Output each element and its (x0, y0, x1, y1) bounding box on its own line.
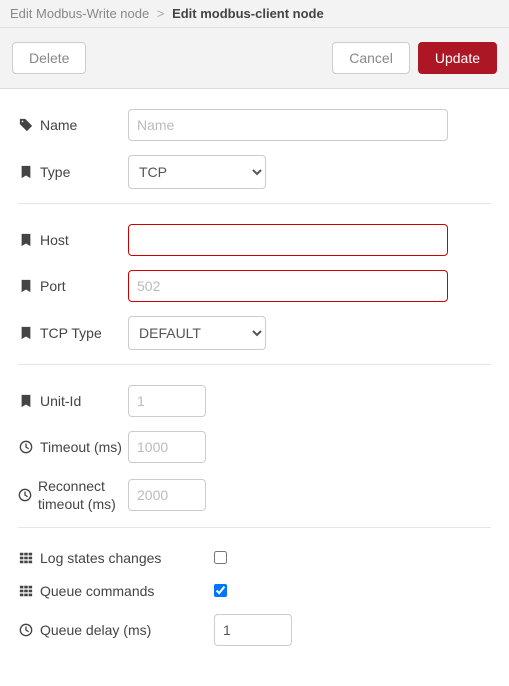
row-host: Host (18, 224, 491, 256)
row-timeout: Timeout (ms) (18, 431, 491, 463)
tag-icon (18, 118, 34, 132)
label-logstates-text: Log states changes (40, 550, 161, 566)
separator-2 (18, 364, 491, 365)
row-queuedelay: Queue delay (ms) (18, 614, 491, 646)
bookmark-icon (18, 394, 34, 408)
name-input[interactable] (128, 109, 448, 141)
label-timeout-text: Timeout (ms) (40, 439, 122, 455)
th-icon (18, 551, 34, 565)
clock-icon (18, 440, 34, 454)
label-queuedelay: Queue delay (ms) (18, 622, 198, 638)
label-logstates: Log states changes (18, 550, 198, 566)
label-unitid: Unit-Id (18, 393, 128, 409)
bookmark-icon (18, 165, 34, 179)
row-reconnect: Reconnect timeout (ms) (18, 477, 491, 513)
breadcrumb: Edit Modbus-Write node > Edit modbus-cli… (0, 0, 509, 28)
port-input[interactable] (128, 270, 448, 302)
label-timeout: Timeout (ms) (18, 439, 128, 455)
row-name: Name (18, 109, 491, 141)
update-button[interactable]: Update (418, 42, 497, 74)
logstates-checkbox[interactable] (214, 551, 227, 564)
queuecmds-checkbox[interactable] (214, 584, 227, 597)
label-port-text: Port (40, 278, 66, 294)
clock-icon (18, 488, 32, 502)
unitid-input[interactable] (128, 385, 206, 417)
bookmark-icon (18, 279, 34, 293)
row-port: Port (18, 270, 491, 302)
row-unitid: Unit-Id (18, 385, 491, 417)
form: Name Type TCP Host Port (0, 89, 509, 680)
delete-button[interactable]: Delete (12, 42, 86, 74)
label-port: Port (18, 278, 128, 294)
label-name-text: Name (40, 117, 77, 133)
label-tcptype: TCP Type (18, 325, 128, 341)
toolbar: Delete Cancel Update (0, 28, 509, 89)
timeout-input[interactable] (128, 431, 206, 463)
label-queuecmds: Queue commands (18, 583, 198, 599)
row-logstates: Log states changes (18, 548, 491, 567)
label-host-text: Host (40, 232, 69, 248)
label-reconnect: Reconnect timeout (ms) (18, 477, 128, 513)
label-queuecmds-text: Queue commands (40, 583, 154, 599)
breadcrumb-parent[interactable]: Edit Modbus-Write node (10, 6, 149, 21)
breadcrumb-separator: > (153, 6, 169, 21)
bookmark-icon (18, 233, 34, 247)
row-queuecmds: Queue commands (18, 581, 491, 600)
bookmark-icon (18, 326, 34, 340)
label-type: Type (18, 164, 128, 180)
label-tcptype-text: TCP Type (40, 325, 102, 341)
queuedelay-input[interactable] (214, 614, 292, 646)
separator-3 (18, 527, 491, 528)
row-type: Type TCP (18, 155, 491, 189)
label-host: Host (18, 232, 128, 248)
tcptype-select[interactable]: DEFAULT (128, 316, 266, 350)
cancel-button[interactable]: Cancel (332, 42, 410, 74)
separator-1 (18, 203, 491, 204)
type-select[interactable]: TCP (128, 155, 266, 189)
host-input[interactable] (128, 224, 448, 256)
clock-icon (18, 623, 34, 637)
label-type-text: Type (40, 164, 70, 180)
label-unitid-text: Unit-Id (40, 393, 81, 409)
reconnect-input[interactable] (128, 479, 206, 511)
th-icon (18, 584, 34, 598)
label-name: Name (18, 117, 128, 133)
label-reconnect-text: Reconnect timeout (ms) (38, 477, 128, 513)
breadcrumb-current: Edit modbus-client node (172, 6, 324, 21)
label-queuedelay-text: Queue delay (ms) (40, 622, 151, 638)
row-tcptype: TCP Type DEFAULT (18, 316, 491, 350)
